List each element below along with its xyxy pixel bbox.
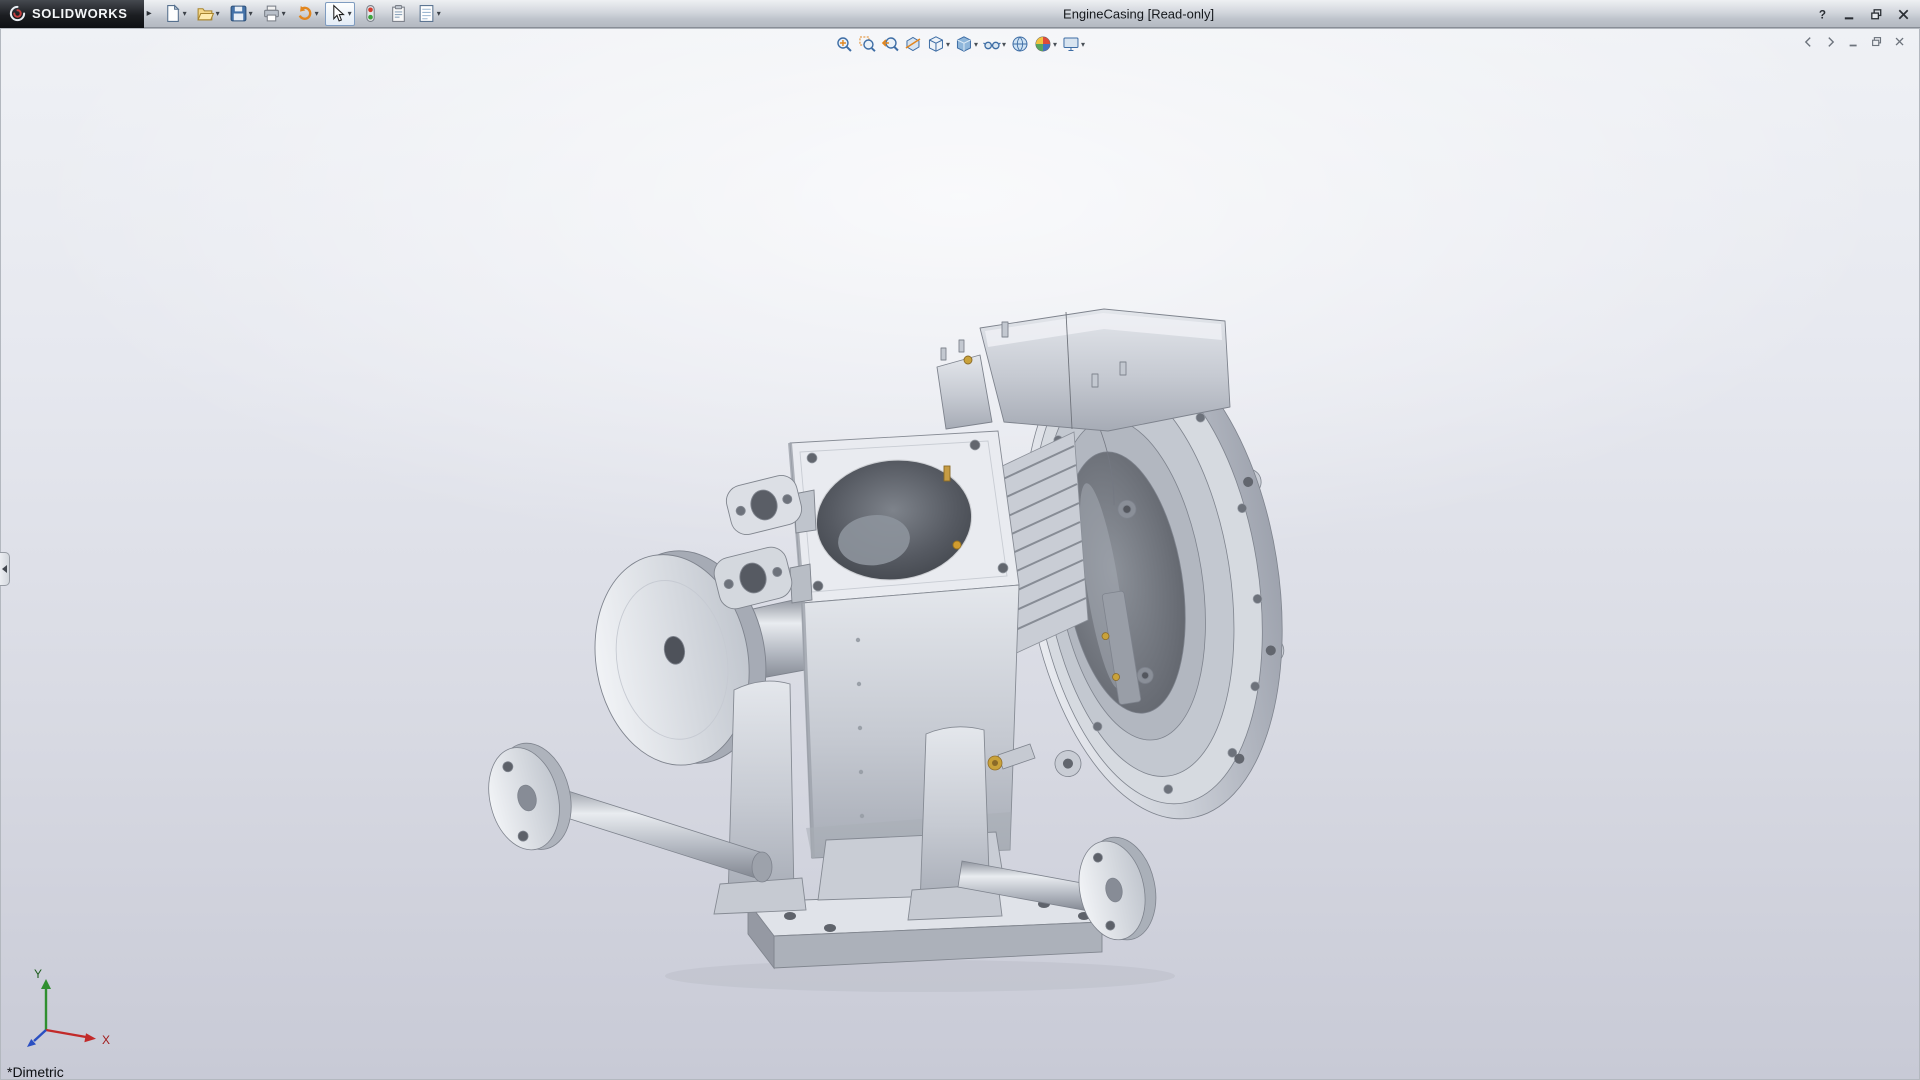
file-properties-button[interactable]: [386, 2, 411, 26]
undo-dropdown[interactable]: ▾: [315, 9, 319, 18]
hide-show-items-dropdown[interactable]: ▾: [1002, 40, 1006, 49]
engine-casing-model[interactable]: [0, 28, 1920, 1080]
restore-icon: [1869, 7, 1884, 22]
save-dropdown[interactable]: ▾: [249, 9, 253, 18]
doc-minimize-button[interactable]: [1846, 34, 1862, 50]
previous-document-button[interactable]: [1800, 34, 1816, 50]
view-settings-button[interactable]: ▾: [1061, 33, 1086, 55]
minimize-button[interactable]: [1840, 5, 1858, 23]
zoom-to-area-button[interactable]: [857, 33, 877, 55]
section-view-button[interactable]: [903, 33, 923, 55]
rebuild-button[interactable]: [358, 2, 383, 26]
panel-collapse-handle[interactable]: [0, 552, 10, 586]
doc-minimize-icon: [1847, 35, 1861, 49]
doc-close-icon: [1893, 35, 1907, 49]
triad-y-label: Y: [34, 968, 42, 981]
new-document-button[interactable]: ▾: [160, 2, 190, 26]
new-document-icon: [163, 4, 182, 23]
apply-scene-button[interactable]: [1010, 33, 1030, 55]
print-button[interactable]: ▾: [259, 2, 289, 26]
left-axle[interactable]: [478, 735, 772, 882]
previous-view-button[interactable]: [880, 33, 900, 55]
next-document-button[interactable]: [1823, 34, 1839, 50]
help-icon: ?: [1815, 7, 1830, 22]
open-dropdown[interactable]: ▾: [216, 9, 220, 18]
print-dropdown[interactable]: ▾: [282, 9, 286, 18]
view-orientation-button[interactable]: ▾: [926, 33, 951, 55]
document-window-controls: [1800, 34, 1908, 50]
display-style-dropdown[interactable]: ▾: [974, 40, 978, 49]
select-dropdown[interactable]: ▾: [348, 9, 352, 18]
display-style-icon: [955, 35, 973, 53]
hide-show-items-button[interactable]: ▾: [982, 33, 1007, 55]
rebuild-icon: [361, 4, 380, 23]
save-icon: [229, 4, 248, 23]
edit-appearance-button[interactable]: ▾: [1033, 33, 1058, 55]
previous-document-icon: [1801, 35, 1815, 49]
zoom-to-fit-button[interactable]: [834, 33, 854, 55]
restore-button[interactable]: [1867, 5, 1885, 23]
app-name: SOLIDWORKS: [32, 6, 128, 21]
open-icon: [196, 4, 215, 23]
close-button[interactable]: [1894, 5, 1912, 23]
window-controls: ?: [1813, 0, 1912, 28]
edit-appearance-icon: [1034, 35, 1052, 53]
options-icon: [417, 4, 436, 23]
view-settings-icon: [1062, 35, 1080, 53]
select-icon: [328, 4, 347, 23]
options-dropdown[interactable]: ▾: [437, 9, 441, 18]
hide-show-items-icon: [983, 35, 1001, 53]
file-properties-icon: [389, 4, 408, 23]
doc-close-button[interactable]: [1892, 34, 1908, 50]
toolbar-expand-arrow[interactable]: ▸: [147, 8, 152, 19]
select-button[interactable]: ▾: [325, 2, 355, 26]
undo-icon: [295, 4, 314, 23]
main-toolbar: ▾ ▾ ▾ ▾ ▾ ▾: [160, 2, 444, 26]
apply-scene-icon: [1011, 35, 1029, 53]
display-style-button[interactable]: ▾: [954, 33, 979, 55]
save-button[interactable]: ▾: [226, 2, 256, 26]
print-icon: [262, 4, 281, 23]
document-title: EngineCasing [Read-only]: [1063, 6, 1214, 21]
zoom-to-area-icon: [858, 35, 876, 53]
dassault-systemes-logo-icon: [9, 5, 26, 22]
section-view-icon: [904, 35, 922, 53]
doc-restore-button[interactable]: [1869, 34, 1885, 50]
svg-text:?: ?: [1818, 8, 1825, 21]
edit-appearance-dropdown[interactable]: ▾: [1053, 40, 1057, 49]
previous-view-icon: [881, 35, 899, 53]
view-orientation-icon: [927, 35, 945, 53]
titlebar: SOLIDWORKS ▸ ▾ ▾ ▾ ▾ ▾: [0, 0, 1920, 28]
orientation-triad: Y X: [14, 968, 124, 1064]
solidworks-window: SOLIDWORKS ▸ ▾ ▾ ▾ ▾ ▾: [0, 0, 1920, 1080]
next-document-icon: [1824, 35, 1838, 49]
solidworks-logo: SOLIDWORKS: [0, 0, 144, 28]
triad-x-label: X: [102, 1033, 110, 1047]
options-button[interactable]: ▾: [414, 2, 444, 26]
top-cover[interactable]: [937, 309, 1230, 431]
graphics-viewport[interactable]: ▾ ▾ ▾ ▾ ▾: [0, 28, 1920, 1080]
doc-restore-icon: [1870, 35, 1884, 49]
open-button[interactable]: ▾: [193, 2, 223, 26]
view-orientation-dropdown[interactable]: ▾: [946, 40, 950, 49]
view-settings-dropdown[interactable]: ▾: [1081, 40, 1085, 49]
heads-up-view-toolbar: ▾ ▾ ▾ ▾ ▾: [834, 33, 1086, 55]
undo-button[interactable]: ▾: [292, 2, 322, 26]
help-button[interactable]: ?: [1813, 5, 1831, 23]
close-icon: [1896, 7, 1911, 22]
collapse-arrow-icon: [2, 565, 7, 573]
zoom-to-fit-icon: [835, 35, 853, 53]
new-document-dropdown[interactable]: ▾: [183, 9, 187, 18]
minimize-icon: [1842, 7, 1857, 22]
view-orientation-label: *Dimetric: [7, 1064, 64, 1080]
